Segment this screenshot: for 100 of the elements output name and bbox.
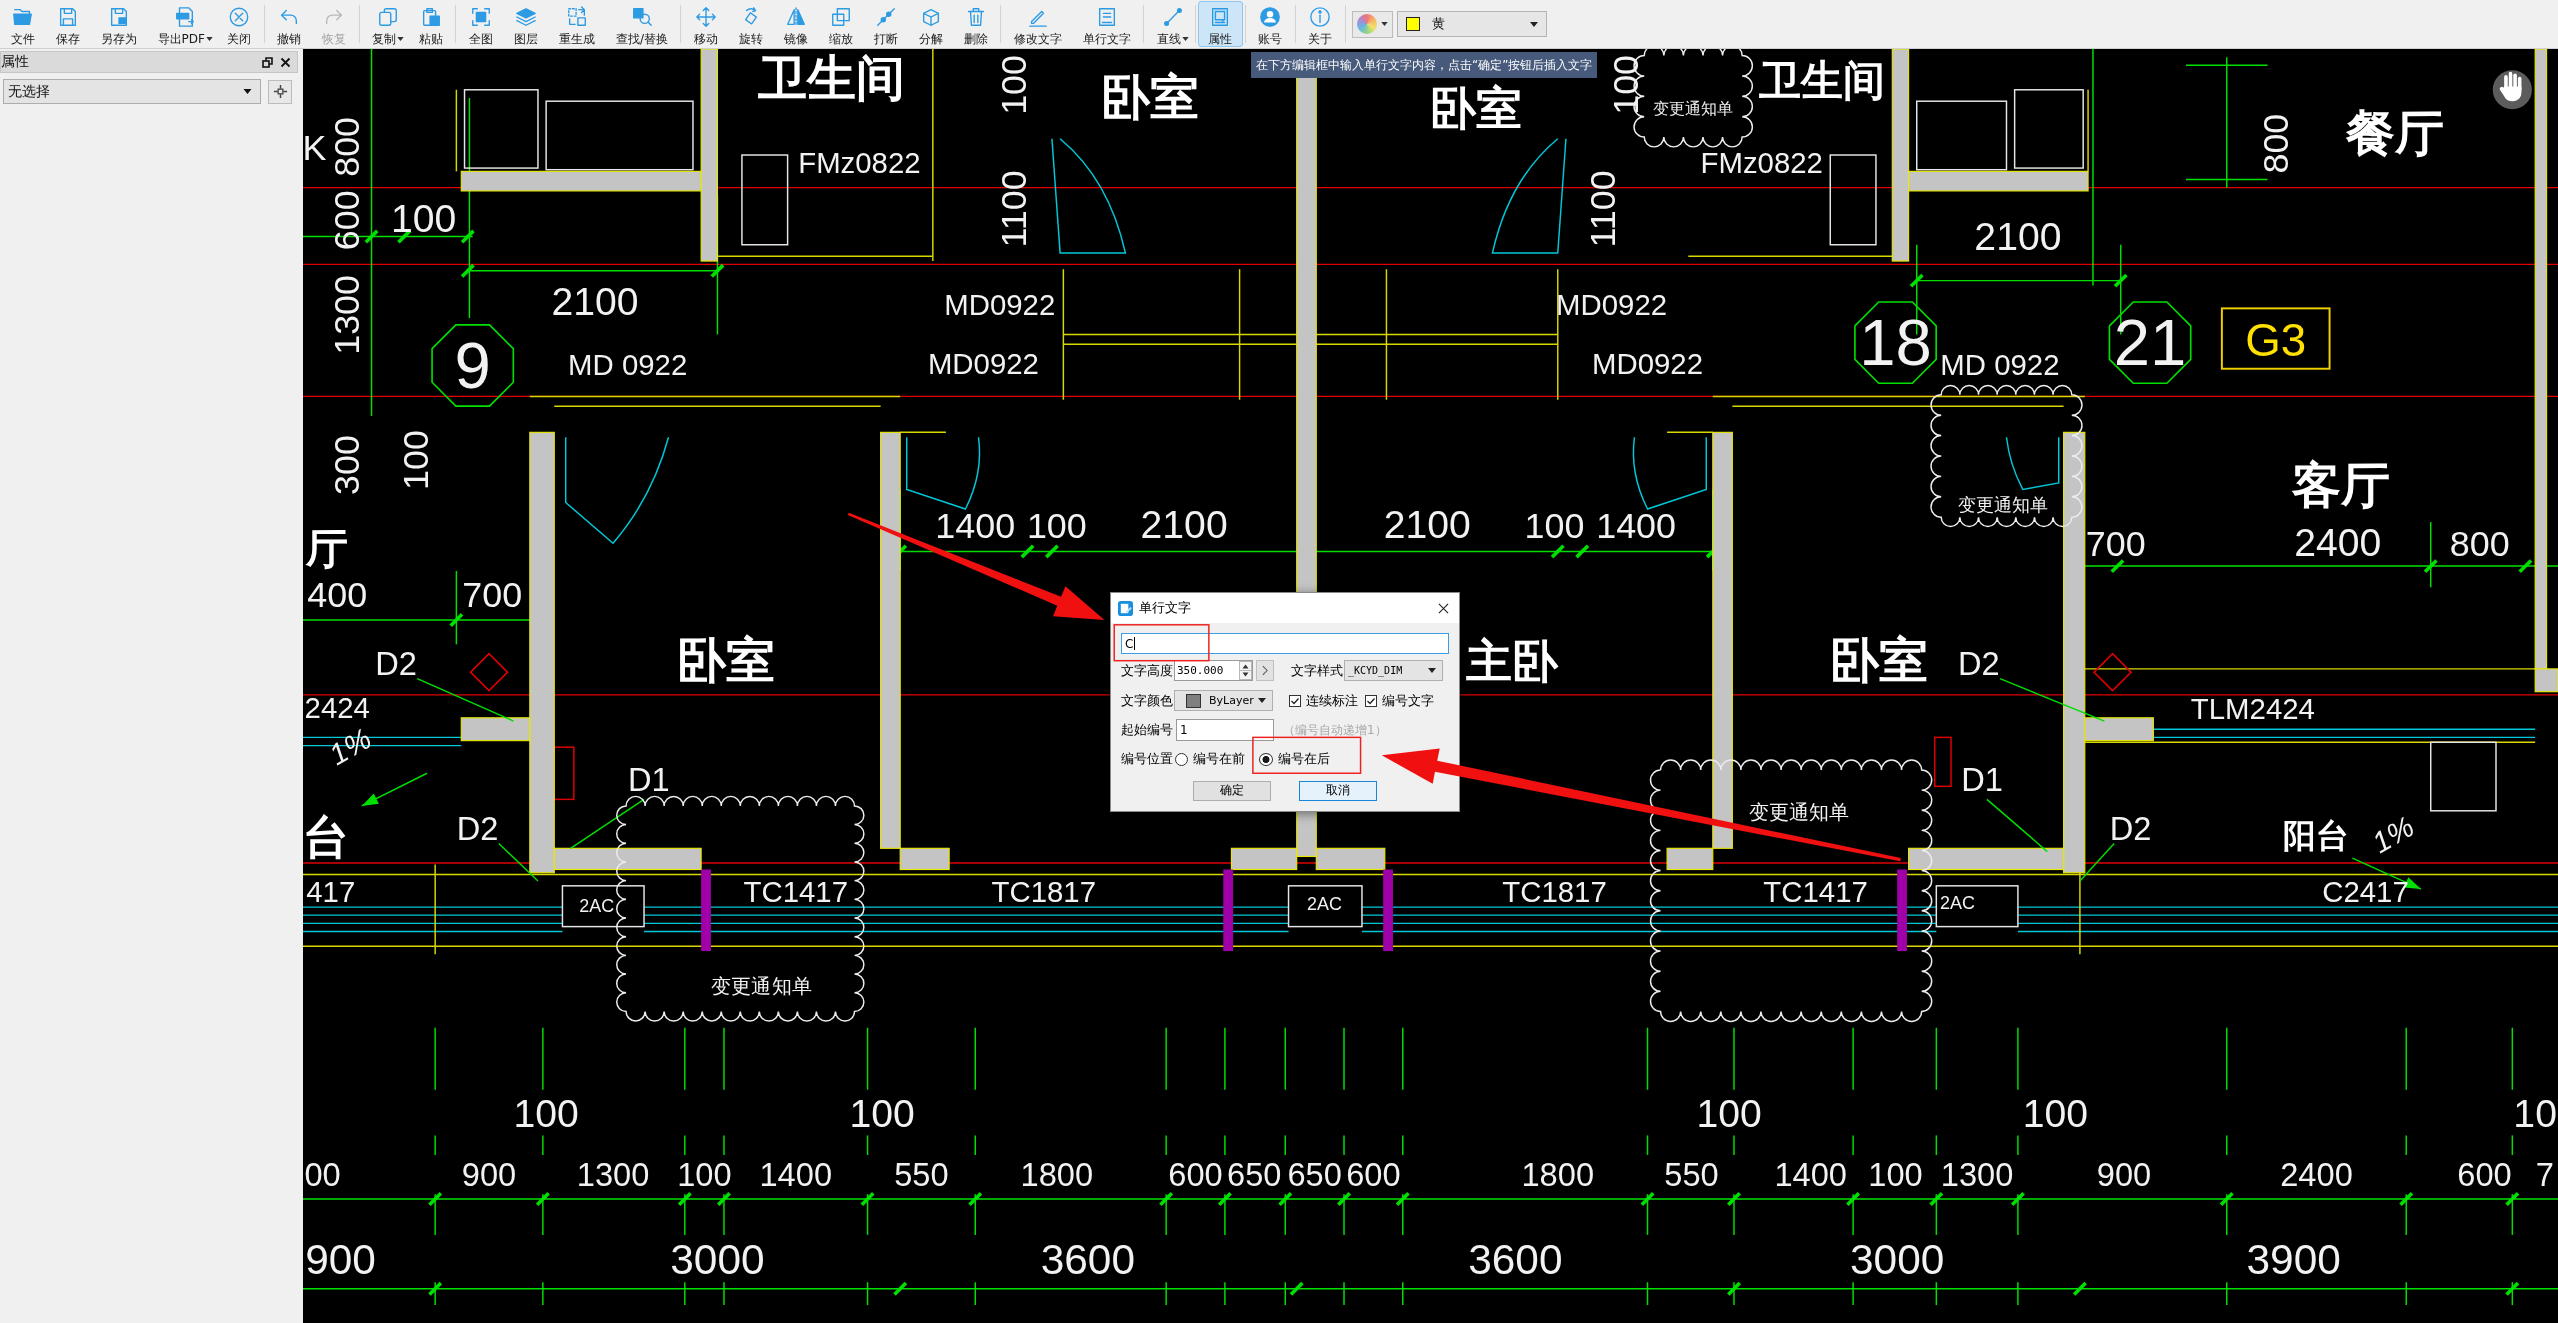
door-window-code: MD 0922 (1940, 348, 2060, 382)
toolbar-button[interactable]: 关于 (1297, 1, 1343, 47)
close-icon[interactable] (280, 56, 291, 68)
door-window-code: D2 (375, 645, 417, 683)
toolbar-button[interactable]: 单行文字 (1072, 1, 1142, 47)
dimension-text: 100 (391, 196, 457, 240)
toolbar-button[interactable]: 保存 (45, 1, 90, 47)
restore-icon[interactable] (262, 56, 273, 68)
pick-button[interactable] (268, 79, 292, 104)
field-label: 文字颜色 (1121, 691, 1174, 710)
room-label: 卫生间 (758, 49, 906, 107)
toolbar-button[interactable]: 导出PDF (147, 1, 217, 47)
toolbar-button[interactable]: 分解 (908, 1, 954, 47)
field-label: 文字高度 (1121, 661, 1174, 680)
dimension-text: 600 (1168, 1156, 1223, 1193)
toolbar-button[interactable]: 打断 (863, 1, 909, 47)
checkbox-option[interactable]: 连续标注 (1289, 691, 1358, 710)
leader-line (498, 842, 539, 882)
caret-icon (205, 37, 213, 41)
field-label: 文字样式 (1291, 661, 1344, 680)
checkbox-option[interactable]: 编号文字 (1365, 691, 1434, 710)
dimension-text: 1400 (935, 506, 1016, 547)
spin-arrows-icon[interactable] (1239, 661, 1252, 680)
dimension-text: 100 (849, 1092, 915, 1136)
move-icon (694, 6, 717, 28)
toolbar-button[interactable]: 粘贴 (408, 1, 454, 47)
dimension-text: 1800 (1521, 1156, 1595, 1193)
toolbar-button[interactable]: 撤销 (266, 1, 312, 47)
color-picker-button[interactable] (1351, 10, 1393, 38)
dimension-text: 100 (994, 54, 1035, 115)
leader-arrow (361, 772, 428, 807)
toolbar-button[interactable]: 复制 (361, 1, 409, 47)
dimension-text: 00 (304, 1156, 341, 1193)
dimension-text: 2100 (551, 279, 639, 323)
dimension-text: 700 (462, 574, 523, 615)
toolbar-button[interactable]: 关闭 (216, 1, 262, 47)
door-window-code: D1 (628, 761, 670, 799)
caret-icon (1380, 22, 1388, 26)
info-icon (1309, 6, 1332, 28)
toolbar-button[interactable]: 移动 (683, 1, 729, 47)
toolbar-button[interactable]: 删除 (953, 1, 999, 47)
folder-icon (11, 6, 34, 28)
dialog-button[interactable]: 取消 (1299, 780, 1377, 801)
color-dropdown[interactable]: 黄 (1396, 11, 1547, 37)
toolbar-button[interactable]: 缩放 (818, 1, 864, 47)
toolbar-button[interactable]: 旋转 (728, 1, 774, 47)
dimension-text: 2100 (1140, 503, 1228, 547)
dimension-text: 1400 (1596, 506, 1676, 547)
door-window-code: 2AC (1940, 892, 1975, 913)
dimension-text: 800 (327, 116, 368, 177)
toolbar-button[interactable]: 重生成 (548, 1, 606, 47)
dimension-text: 2100 (1383, 503, 1471, 547)
door-window-code: D2 (2109, 810, 2152, 848)
slope-text: 1% (2366, 809, 2420, 860)
hand-icon[interactable] (2492, 70, 2532, 110)
pdf-document-icon (174, 6, 197, 28)
dimension-text: 3000 (1850, 1236, 1945, 1284)
toolbar-button[interactable]: 另存为 (90, 1, 147, 47)
dimension-text: 1300 (576, 1156, 650, 1193)
dimension-text: 3000 (670, 1236, 765, 1284)
toolbar-button[interactable]: 镜像 (773, 1, 819, 47)
toolbar-button[interactable]: 修改文字 (1003, 1, 1073, 47)
grid-tag: G3 (2220, 307, 2331, 370)
overlapping-squares-icon (829, 6, 852, 28)
door-window-code: TLM2424 (2190, 692, 2315, 726)
height-input-field[interactable]: 350.000 (1174, 660, 1253, 681)
toolbar-button[interactable]: 全图 (458, 1, 504, 47)
room-label: 主卧 (1466, 635, 1559, 689)
start-number-field[interactable]: 1 (1176, 719, 1274, 741)
dimension-text: 550 (894, 1156, 949, 1193)
selection-dropdown[interactable]: 无选择 (3, 79, 261, 104)
dimension-text: 100 (1696, 1092, 1762, 1136)
toolbar-button[interactable]: 直线 (1146, 1, 1193, 47)
frame-corners-icon (469, 6, 492, 28)
toolbar-button[interactable]: 属性 (1197, 1, 1243, 47)
color-dropdown[interactable]: ByLayer (1174, 690, 1273, 711)
radio-option[interactable]: 编号在前 (1175, 750, 1245, 768)
toolbar-button[interactable]: 查找/替换 (605, 1, 679, 47)
dimension-text: 600 (1346, 1156, 1401, 1193)
dimension-text: 100 (513, 1092, 579, 1136)
dimension-text: 1300 (1940, 1156, 2014, 1193)
axis-tag: 9 (431, 324, 515, 407)
caret-icon (243, 89, 252, 94)
text-input-field[interactable]: C (1121, 633, 1449, 654)
room-label: 厅 (306, 523, 349, 573)
dimension-text: 100 (2022, 1092, 2089, 1136)
dimension-text: 600 (2457, 1156, 2512, 1193)
style-dropdown[interactable]: _KCYD_DIM (1344, 660, 1443, 681)
dialog-button[interactable]: 确定 (1193, 780, 1271, 801)
field-label: 起始编号 (1121, 721, 1174, 739)
toolbar-button[interactable]: 账号 (1247, 1, 1293, 47)
radio-option[interactable]: 编号在后 (1259, 750, 1330, 768)
document-edit-icon (1118, 600, 1133, 616)
toolbar-button[interactable]: 文件 (0, 1, 45, 47)
toolbar-button[interactable]: 图层 (503, 1, 549, 47)
hint-text: （编号自动递增1） (1283, 721, 1387, 739)
door-window-code: FMz0822 (1700, 146, 1823, 179)
door-window-code: 417 (306, 875, 356, 909)
dimension-text: 100 (1868, 1156, 1923, 1193)
close-icon[interactable] (1438, 602, 1449, 614)
